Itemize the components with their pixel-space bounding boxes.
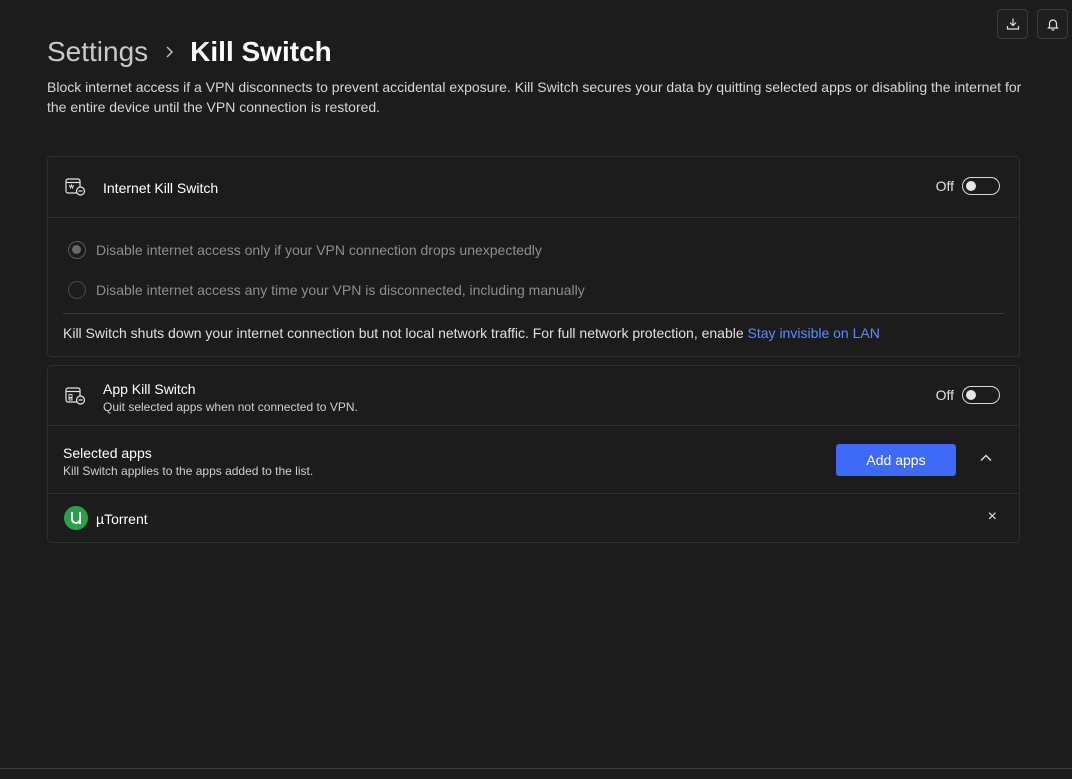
- selected-apps-subtitle: Kill Switch applies to the apps added to…: [63, 464, 314, 478]
- bottom-divider: [0, 768, 1072, 769]
- breadcrumb: Settings Kill Switch: [47, 34, 332, 70]
- internet-kill-switch-icon: [64, 176, 88, 198]
- lan-note: Kill Switch shuts down your internet con…: [63, 325, 880, 341]
- chevron-up-icon[interactable]: [979, 453, 993, 463]
- radio-label: Disable internet access any time your VP…: [96, 282, 585, 298]
- internet-kill-switch-card: Internet Kill Switch Off Disable interne…: [47, 156, 1020, 357]
- internet-kill-switch-title: Internet Kill Switch: [103, 180, 219, 196]
- radio-any-time-disconnected[interactable]: [68, 281, 86, 299]
- app-kill-switch-toggle[interactable]: [962, 386, 1000, 404]
- radio-label: Disable internet access only if your VPN…: [96, 242, 542, 258]
- internet-kill-switch-toggle[interactable]: [962, 177, 1000, 195]
- bell-icon: [1046, 19, 1059, 31]
- app-kill-switch-toggle-label: Off: [935, 387, 954, 403]
- option-drop-unexpectedly[interactable]: Disable internet access only if your VPN…: [68, 241, 542, 259]
- download-icon: [1006, 18, 1019, 30]
- lan-note-text: Kill Switch shuts down your internet con…: [63, 325, 748, 341]
- app-kill-switch-title: App Kill Switch: [103, 381, 196, 397]
- chevron-right-icon: [164, 45, 174, 59]
- selected-apps-title: Selected apps: [63, 445, 152, 461]
- remove-app-button[interactable]: ×: [988, 508, 997, 526]
- page-title: Kill Switch: [190, 36, 332, 67]
- utorrent-icon: [64, 506, 88, 530]
- download-button[interactable]: [997, 9, 1028, 39]
- page-description: Block internet access if a VPN disconnec…: [47, 79, 1022, 115]
- breadcrumb-settings[interactable]: Settings: [47, 36, 148, 68]
- option-any-time-disconnected[interactable]: Disable internet access any time your VP…: [68, 281, 585, 299]
- app-list-item: µTorrent ×: [48, 494, 1019, 543]
- app-kill-switch-card: App Kill Switch Quit selected apps when …: [47, 365, 1020, 543]
- app-kill-switch-subtitle: Quit selected apps when not connected to…: [103, 400, 358, 414]
- notifications-button[interactable]: [1037, 9, 1068, 39]
- app-name: µTorrent: [96, 511, 148, 527]
- add-apps-button[interactable]: Add apps: [836, 444, 956, 476]
- internet-kill-switch-toggle-label: Off: [935, 178, 954, 194]
- stay-invisible-on-lan-link[interactable]: Stay invisible on LAN: [748, 325, 880, 341]
- radio-drop-unexpectedly[interactable]: [68, 241, 86, 259]
- app-kill-switch-icon: [64, 385, 88, 407]
